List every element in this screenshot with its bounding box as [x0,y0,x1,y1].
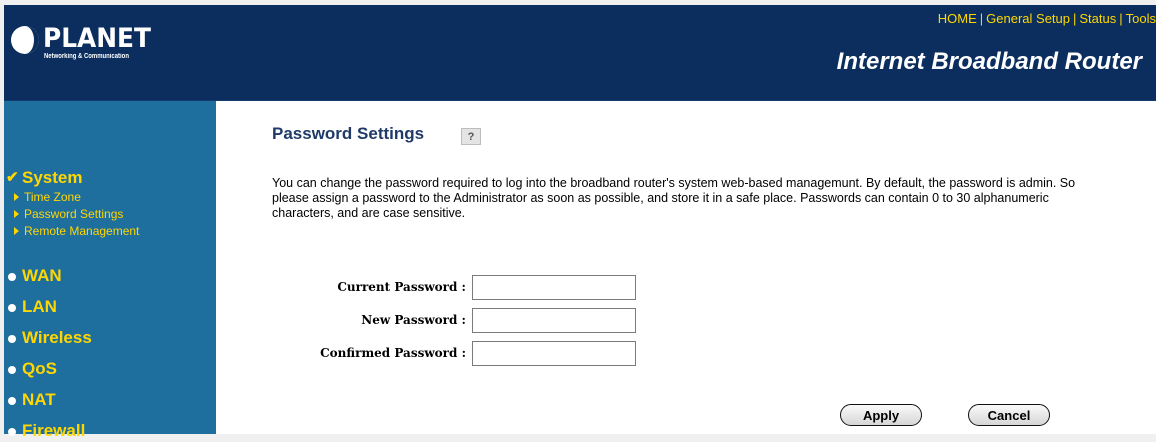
page-title: Password Settings [272,124,425,143]
arrow-right-icon [14,210,19,218]
sidebar-item-lan[interactable]: LAN [4,296,216,318]
logo-text: PLANET [43,23,151,54]
page-description: You can change the password required to … [272,176,1076,220]
bullet-icon [8,335,16,343]
apply-button[interactable]: Apply [840,404,922,426]
bullet-icon [8,304,16,312]
logo-tagline: Networking & Communication [44,53,129,60]
nav-general-setup-link[interactable]: General Setup [986,11,1070,26]
sidebar-item-firewall[interactable]: Firewall [4,420,216,442]
nav-tools-link[interactable]: Tools [1126,11,1156,26]
sidebar-item-qos[interactable]: QoS [4,358,216,380]
sidebar-item-system[interactable]: ✔ System [4,167,216,189]
arrow-right-icon [14,193,19,201]
nav-home-link[interactable]: HOME [938,11,977,26]
bullet-icon [8,366,16,374]
planet-logo-icon [11,26,39,54]
planet-logo: PLANET Networking & Communication [10,23,180,69]
confirmed-password-row: Confirmed Password : [216,341,856,366]
current-password-input[interactable] [472,275,636,300]
submenu-item-remote-management[interactable]: Remote Management [4,223,216,240]
sidebar-item-wan[interactable]: WAN [4,265,216,287]
check-icon: ✔ [6,169,19,186]
header-bar: PLANET Networking & Communication HOME | G… [4,5,1156,101]
help-icon[interactable]: ? [461,128,481,145]
bullet-icon [8,428,16,436]
confirmed-password-input[interactable] [472,341,636,366]
sidebar-item-nat[interactable]: NAT [4,389,216,411]
nav-status-link[interactable]: Status [1079,11,1116,26]
arrow-right-icon [14,227,19,235]
sidebar-item-label: System [22,168,83,187]
bullet-icon [8,397,16,405]
system-submenu: Time Zone Password Settings Remote Manag… [4,189,216,240]
bullet-icon [8,273,16,281]
submenu-item-time-zone[interactable]: Time Zone [4,189,216,206]
new-password-row: New Password : [216,308,856,333]
product-title: Internet Broadband Router [836,48,1142,75]
new-password-input[interactable] [472,308,636,333]
cancel-button[interactable]: Cancel [968,404,1050,426]
submenu-item-password-settings[interactable]: Password Settings [4,206,216,223]
top-nav: HOME | General Setup | Status | Tools [937,11,1156,26]
router-admin-page: PLANET Networking & Communication HOME | G… [4,5,1156,440]
confirmed-password-label: Confirmed Password : [320,346,466,360]
current-password-label: Current Password : [337,280,466,294]
new-password-label: New Password : [361,313,466,327]
sidebar-group-system: ✔ System Time Zone Password Settings Rem… [4,167,216,240]
sidebar-item-wireless[interactable]: Wireless [4,327,216,349]
sidebar: ✔ System Time Zone Password Settings Rem… [4,101,216,440]
main-content: Password Settings ? You can change the p… [216,101,1156,434]
current-password-row: Current Password : [216,275,856,300]
